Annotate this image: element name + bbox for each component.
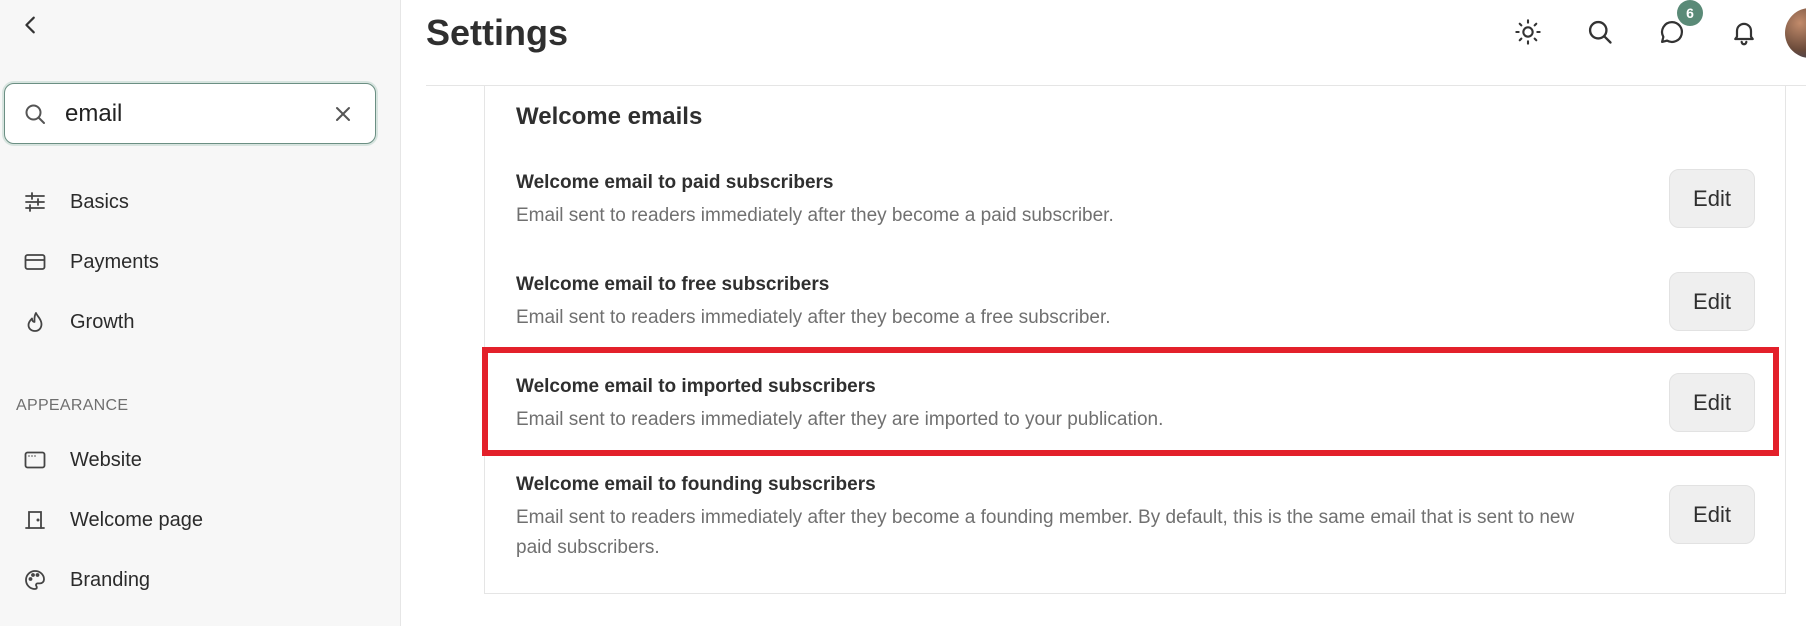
sidebar-section-appearance: APPEARANCE <box>16 397 129 414</box>
row-description-founding: Email sent to readers immediately after … <box>516 507 1575 558</box>
settings-search-box[interactable] <box>4 83 376 144</box>
search-icon <box>1588 20 1612 44</box>
avatar[interactable] <box>1785 8 1806 58</box>
credit-card-icon <box>22 249 48 275</box>
section-title: Welcome emails <box>516 103 703 130</box>
row-title-free: Welcome email to free subscribers <box>516 274 830 295</box>
edit-paid-welcome-button[interactable]: Edit <box>1669 169 1755 228</box>
sidebar: Basics Payments Growth APPEARANCE Websit… <box>0 0 401 626</box>
chevron-left-icon <box>25 16 35 34</box>
sidebar-item-label: Welcome page <box>70 508 204 531</box>
row-title-founding: Welcome email to founding subscribers <box>516 474 876 495</box>
sidebar-item-label: Basics <box>70 190 129 213</box>
bell-icon <box>1734 22 1754 46</box>
sidebar-item-label: Growth <box>70 310 135 333</box>
search-input[interactable] <box>65 98 325 130</box>
page-title: Settings <box>426 12 569 53</box>
browser-window-icon <box>22 447 48 473</box>
header-search-button[interactable] <box>1578 10 1622 54</box>
door-icon <box>22 507 48 533</box>
back-button[interactable] <box>16 10 46 40</box>
row-description-imported: Email sent to readers immediately after … <box>516 409 1164 430</box>
sidebar-item-basics[interactable]: Basics <box>0 178 400 226</box>
edit-imported-welcome-button[interactable]: Edit <box>1669 373 1755 432</box>
edit-free-welcome-button[interactable]: Edit <box>1669 272 1755 331</box>
sidebar-item-website[interactable]: Website <box>0 436 400 484</box>
palette-icon <box>22 567 48 593</box>
sidebar-item-label: Payments <box>70 250 159 273</box>
row-description-free: Email sent to readers immediately after … <box>516 307 1111 328</box>
sidebar-item-payments[interactable]: Payments <box>0 238 400 286</box>
row-description-paid: Email sent to readers immediately after … <box>516 205 1114 226</box>
sun-icon <box>1515 19 1541 45</box>
sidebar-item-growth[interactable]: Growth <box>0 298 400 346</box>
row-title-paid: Welcome email to paid subscribers <box>516 172 834 193</box>
sidebar-item-label: Branding <box>70 568 151 591</box>
sliders-icon <box>22 189 48 215</box>
search-icon <box>25 104 45 124</box>
row-title-imported: Welcome email to imported subscribers <box>516 376 876 397</box>
sidebar-item-branding[interactable]: Branding <box>0 556 400 604</box>
close-icon[interactable] <box>331 102 355 126</box>
theme-toggle-button[interactable] <box>1506 10 1550 54</box>
notification-count-badge: 6 <box>1677 0 1703 26</box>
highlight-box <box>482 347 1779 456</box>
edit-founding-welcome-button[interactable]: Edit <box>1669 485 1755 544</box>
notifications-button[interactable] <box>1722 10 1766 54</box>
sidebar-item-welcome-page[interactable]: Welcome page <box>0 496 400 544</box>
flame-icon <box>22 309 48 335</box>
sidebar-item-label: Website <box>70 448 142 471</box>
